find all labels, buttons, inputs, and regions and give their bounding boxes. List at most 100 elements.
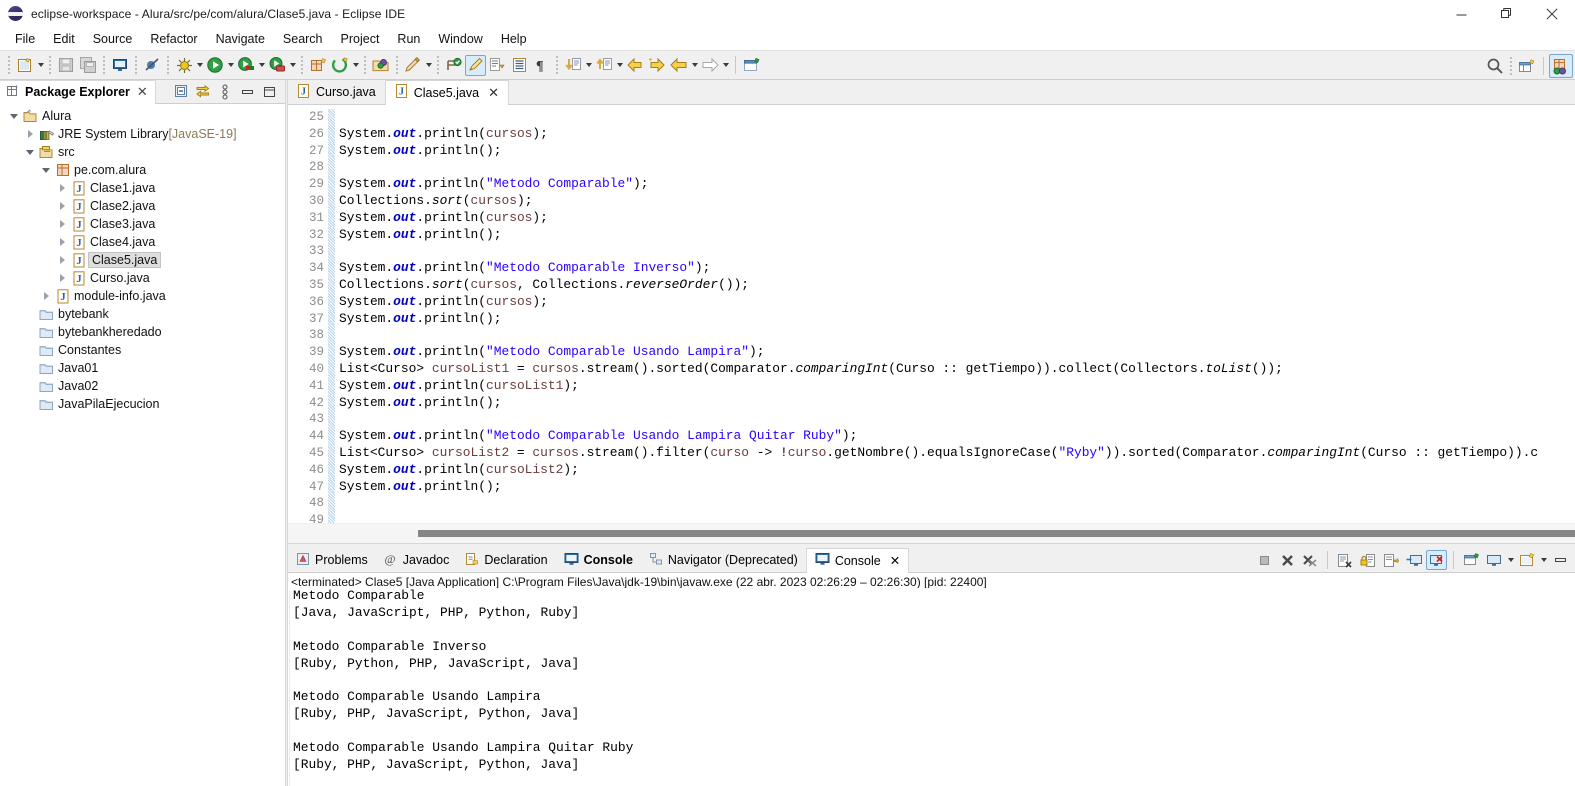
menu-search[interactable]: Search — [274, 29, 332, 49]
menu-file[interactable]: File — [6, 29, 44, 49]
close-icon[interactable]: ✕ — [488, 85, 499, 101]
remove-launch-icon[interactable] — [1276, 549, 1298, 571]
menu-run[interactable]: Run — [388, 29, 429, 49]
java-perspective-icon[interactable] — [1549, 54, 1573, 78]
word-wrap-icon[interactable] — [1380, 549, 1402, 571]
forward-navigation-icon[interactable] — [699, 54, 721, 76]
chevron-down-icon[interactable] — [22, 149, 38, 155]
show-whitespace-block-icon[interactable] — [486, 54, 508, 76]
chevron-right-icon[interactable] — [38, 292, 54, 300]
menu-help[interactable]: Help — [492, 29, 536, 49]
toggle-mark-occurrences-icon[interactable] — [443, 54, 465, 76]
code-line[interactable]: System.out.println("Metodo Comparable"); — [339, 176, 1575, 193]
open-console-menu-dropdown-icon[interactable] — [1539, 550, 1548, 570]
chevron-right-icon[interactable] — [54, 220, 70, 228]
menu-refactor[interactable]: Refactor — [141, 29, 206, 49]
next-annotation-dropdown-icon[interactable] — [584, 55, 593, 75]
external-tools-dropdown-icon[interactable] — [288, 55, 297, 75]
code-line[interactable]: Collections.sort(cursos, Collections.rev… — [339, 277, 1575, 294]
block-selection-icon[interactable] — [508, 54, 530, 76]
editor-body[interactable]: 25 26 27 28 29 30 31 32 33 34 35 36 37 38 39 40 41 42 43 44… — [288, 105, 1575, 523]
tab-clase5-java[interactable]: J Clase5.java ✕ — [385, 80, 509, 105]
menu-window[interactable]: Window — [429, 29, 491, 49]
console-panel-tab-javadoc[interactable]: @ Javadoc — [376, 548, 458, 572]
menu-edit[interactable]: Edit — [44, 29, 84, 49]
tree-item-java01[interactable]: Java01 — [0, 359, 285, 377]
code-line[interactable]: Collections.sort(cursos); — [339, 193, 1575, 210]
tree-item-javapilaejecucion[interactable]: JavaPilaEjecucion — [0, 395, 285, 413]
forward-edit-icon[interactable] — [646, 54, 668, 76]
console-panel-tab-navigator-deprecated[interactable]: Navigator (Deprecated) — [641, 548, 806, 572]
tree-item-clase3-java[interactable]: J Clase3.java — [0, 215, 285, 233]
source-code-text[interactable]: System.out.println(cursos); System.out.pr… — [335, 105, 1575, 523]
code-line[interactable]: System.out.println("Metodo Comparable Us… — [339, 344, 1575, 361]
clear-console-icon[interactable] — [1334, 549, 1356, 571]
editor-horizontal-scrollbar-thumb[interactable] — [418, 530, 1575, 537]
chevron-right-icon[interactable] — [54, 274, 70, 282]
edit-pencil-dropdown-icon[interactable] — [424, 55, 433, 75]
minimize-button[interactable] — [1439, 0, 1484, 28]
java-editor[interactable]: 25 26 27 28 29 30 31 32 33 34 35 36 37 38 39 40 41 42 43 44… — [288, 105, 1575, 543]
debug-dropdown-icon[interactable] — [195, 55, 204, 75]
code-line[interactable] — [339, 243, 1575, 260]
menu-source[interactable]: Source — [84, 29, 142, 49]
edit-pencil-icon[interactable] — [402, 54, 424, 76]
scroll-lock-icon[interactable] — [1357, 549, 1379, 571]
display-selected-console-icon[interactable] — [1483, 549, 1505, 571]
external-tools-icon[interactable] — [266, 54, 288, 76]
close-icon[interactable]: ✕ — [137, 84, 148, 100]
tree-item-curso-java[interactable]: J Curso.java — [0, 269, 285, 287]
console-panel-tab-declaration[interactable]: Declaration — [457, 548, 555, 572]
code-line[interactable]: List<Curso> cursoList2 = cursos.stream()… — [339, 445, 1575, 462]
chevron-down-icon[interactable] — [38, 167, 54, 173]
tree-item-pe-com-alura[interactable]: pe.com.alura — [0, 161, 285, 179]
tree-item-clase4-java[interactable]: J Clase4.java — [0, 233, 285, 251]
close-button[interactable] — [1529, 0, 1575, 28]
chevron-right-icon[interactable] — [22, 130, 38, 138]
code-line[interactable]: List<Curso> cursoList1 = cursos.stream()… — [339, 361, 1575, 378]
code-line[interactable]: System.out.println(cursoList2); — [339, 462, 1575, 479]
run-icon[interactable] — [204, 54, 226, 76]
editor-horizontal-scrollbar-track[interactable] — [288, 523, 1575, 543]
console-panel-tab-console-active[interactable]: Console ✕ — [805, 548, 910, 573]
tree-item-bytebank[interactable]: bytebank — [0, 305, 285, 323]
minimize-icon[interactable] — [237, 82, 257, 102]
tab-curso-java[interactable]: J Curso.java — [288, 80, 386, 104]
last-edit-location-icon[interactable] — [624, 54, 646, 76]
tree-item-alura[interactable]: Alura — [0, 107, 285, 125]
show-console-on-output-icon[interactable] — [1403, 549, 1425, 571]
project-tree[interactable]: Alura JRE System Library [JavaSE-19] src pe… — [0, 104, 285, 786]
highlight-brush-icon[interactable] — [465, 54, 486, 76]
console-panel-tab-console[interactable]: Console — [556, 548, 641, 572]
menu-project[interactable]: Project — [332, 29, 389, 49]
code-line[interactable]: System.out.println(); — [339, 311, 1575, 328]
chevron-right-icon[interactable] — [54, 238, 70, 246]
code-line[interactable]: System.out.println(); — [339, 227, 1575, 244]
console-output-text[interactable]: Metodo Comparable [Java, JavaScript, PHP… — [290, 588, 1575, 786]
code-line[interactable]: System.out.println(cursoList1); — [339, 378, 1575, 395]
code-line[interactable] — [339, 109, 1575, 126]
new-java-class-icon[interactable] — [329, 54, 351, 76]
view-menu-icon[interactable] — [215, 82, 235, 102]
restore-button[interactable] — [1484, 0, 1529, 28]
code-line[interactable] — [339, 327, 1575, 344]
next-annotation-icon[interactable] — [562, 54, 584, 76]
code-line[interactable]: System.out.println(); — [339, 143, 1575, 160]
save-all-icon[interactable] — [77, 54, 99, 76]
pin-console-icon[interactable] — [1426, 550, 1447, 570]
tree-item-constantes[interactable]: Constantes — [0, 341, 285, 359]
forward-navigation-dropdown-icon[interactable] — [721, 55, 730, 75]
code-line[interactable]: System.out.println("Metodo Comparable Us… — [339, 428, 1575, 445]
tree-item-clase1-java[interactable]: J Clase1.java — [0, 179, 285, 197]
code-line[interactable]: System.out.println(cursos); — [339, 126, 1575, 143]
close-icon[interactable]: ✕ — [890, 553, 900, 568]
chevron-right-icon[interactable] — [54, 202, 70, 210]
console-view-icon[interactable] — [109, 54, 131, 76]
tree-item-java02[interactable]: Java02 — [0, 377, 285, 395]
maximize-icon[interactable] — [259, 82, 279, 102]
debug-icon[interactable] — [173, 54, 195, 76]
code-line[interactable]: System.out.println(); — [339, 395, 1575, 412]
new-wizard-dropdown-icon[interactable] — [36, 55, 45, 75]
coverage-icon[interactable] — [235, 54, 257, 76]
new-java-class-dropdown-icon[interactable] — [351, 55, 360, 75]
